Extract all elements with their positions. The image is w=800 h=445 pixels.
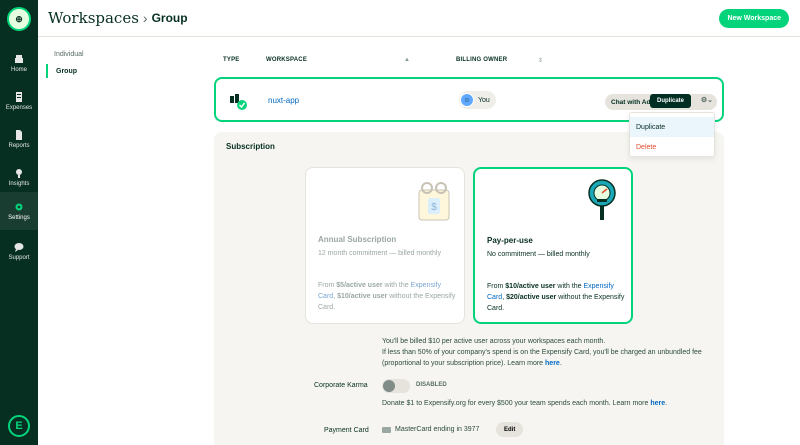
corporate-karma-toggle[interactable]	[382, 379, 410, 393]
subscription-section: Subscription $ Annual Subscription 12 mo…	[214, 132, 724, 445]
annual-card-title: Annual Subscription	[318, 235, 397, 244]
parking-meter-icon	[588, 179, 616, 220]
pay-per-use-card[interactable]: Pay-per-use No commitment — billed month…	[473, 167, 633, 324]
gear-icon	[15, 203, 23, 210]
home-icon	[15, 54, 23, 63]
account-avatar[interactable]: ⊕	[7, 7, 31, 31]
nav-reports[interactable]: Reports	[0, 120, 38, 158]
nav-home[interactable]: Home	[0, 44, 38, 82]
lightbulb-icon	[16, 168, 22, 178]
payment-card-label: Payment Card	[324, 427, 369, 434]
page-title[interactable]: Workspaces	[48, 9, 139, 27]
learn-more-link[interactable]: here	[545, 360, 560, 367]
annual-card-subtitle: 12 month commitment — billed monthly	[318, 250, 441, 257]
nav-settings-label: Settings	[8, 214, 30, 221]
billing-note-line1: You'll be billed $10 per active user acr…	[382, 338, 606, 345]
nav-reports-label: Reports	[8, 142, 30, 149]
top-bar: Workspaces › Group New Workspace	[38, 0, 800, 37]
billing-owner-name: You	[478, 96, 490, 104]
pay-per-use-description: From $10/active user with the Expensify …	[487, 283, 625, 312]
nav-insights-label: Insights	[8, 180, 30, 187]
nav-settings[interactable]: Settings	[0, 192, 38, 230]
sort-ascending-icon[interactable]: ▲	[404, 57, 410, 63]
nav-expenses-label: Expenses	[5, 104, 33, 111]
nav-home-label: Home	[10, 66, 27, 73]
sort-icon[interactable]: ⇕	[538, 57, 543, 64]
corporate-karma-label: Corporate Karma	[314, 382, 368, 389]
svg-text:$: $	[431, 202, 437, 213]
subnav-group[interactable]: Group	[46, 64, 77, 78]
group-workspace-icon	[230, 94, 247, 110]
page-subtitle: Group	[151, 11, 188, 25]
billing-owner-chip: ☺ You	[459, 91, 496, 109]
nav-insights[interactable]: Insights	[0, 158, 38, 196]
receipt-icon	[16, 91, 22, 102]
column-header-type[interactable]: TYPE	[223, 57, 239, 63]
duplicate-tooltip: Duplicate	[650, 94, 692, 108]
subnav-individual[interactable]: Individual	[46, 47, 84, 61]
chat-bubble-icon	[14, 242, 24, 252]
annual-card-description: From $5/active user with the Expensify C…	[318, 282, 456, 311]
corporate-karma-state: DISABLED	[416, 382, 447, 388]
annual-subscription-card[interactable]: $ Annual Subscription 12 month commitmen…	[305, 167, 465, 324]
breadcrumb: Workspaces › Group	[48, 9, 188, 27]
left-nav-rail: ⊕ Home Expenses Reports Insights Setting…	[0, 0, 38, 445]
expensify-logo-icon: E	[8, 415, 30, 437]
pay-per-use-title: Pay-per-use	[487, 236, 533, 245]
subscription-title: Subscription	[226, 142, 275, 151]
nav-support-label: Support	[8, 254, 30, 261]
menu-item-duplicate[interactable]: Duplicate	[630, 117, 714, 137]
document-icon	[16, 129, 22, 140]
workspace-name-link[interactable]: nuxt-app	[268, 96, 299, 105]
avatar: ☺	[460, 93, 474, 107]
credit-card-icon	[382, 426, 391, 433]
workspace-type-nav: Individual Group	[38, 37, 213, 445]
pay-per-use-subtitle: No commitment — billed monthly	[487, 251, 590, 258]
calendar-dollar-icon: $	[418, 182, 450, 221]
chevron-right-icon: ›	[142, 10, 148, 26]
column-header-billing-owner[interactable]: BILLING OWNER	[456, 57, 507, 63]
toggle-knob	[383, 380, 395, 392]
payment-card-value: MasterCard ending in 3977	[382, 426, 479, 433]
edit-payment-card-button[interactable]: Edit	[496, 422, 524, 437]
karma-learn-more-link[interactable]: here	[650, 400, 665, 407]
chevron-down-icon[interactable]: ⚙⌄	[701, 96, 713, 104]
nav-support[interactable]: Support	[0, 232, 38, 270]
karma-note: Donate $1 to Expensify.org for every $50…	[382, 400, 668, 407]
menu-item-delete[interactable]: Delete	[630, 137, 714, 157]
column-header-workspace[interactable]: WORKSPACE	[266, 57, 307, 63]
nav-expenses[interactable]: Expenses	[0, 82, 38, 120]
new-workspace-button[interactable]: New Workspace	[719, 9, 789, 28]
billing-note: You'll be billed $10 per active user acr…	[382, 336, 712, 369]
workspace-actions-menu: Duplicate Delete	[629, 112, 715, 157]
main-content: TYPE WORKSPACE ▲ BILLING OWNER ⇕ Subscri…	[213, 37, 800, 445]
billing-note-line2: If less than 50% of your company's spend…	[382, 349, 702, 367]
